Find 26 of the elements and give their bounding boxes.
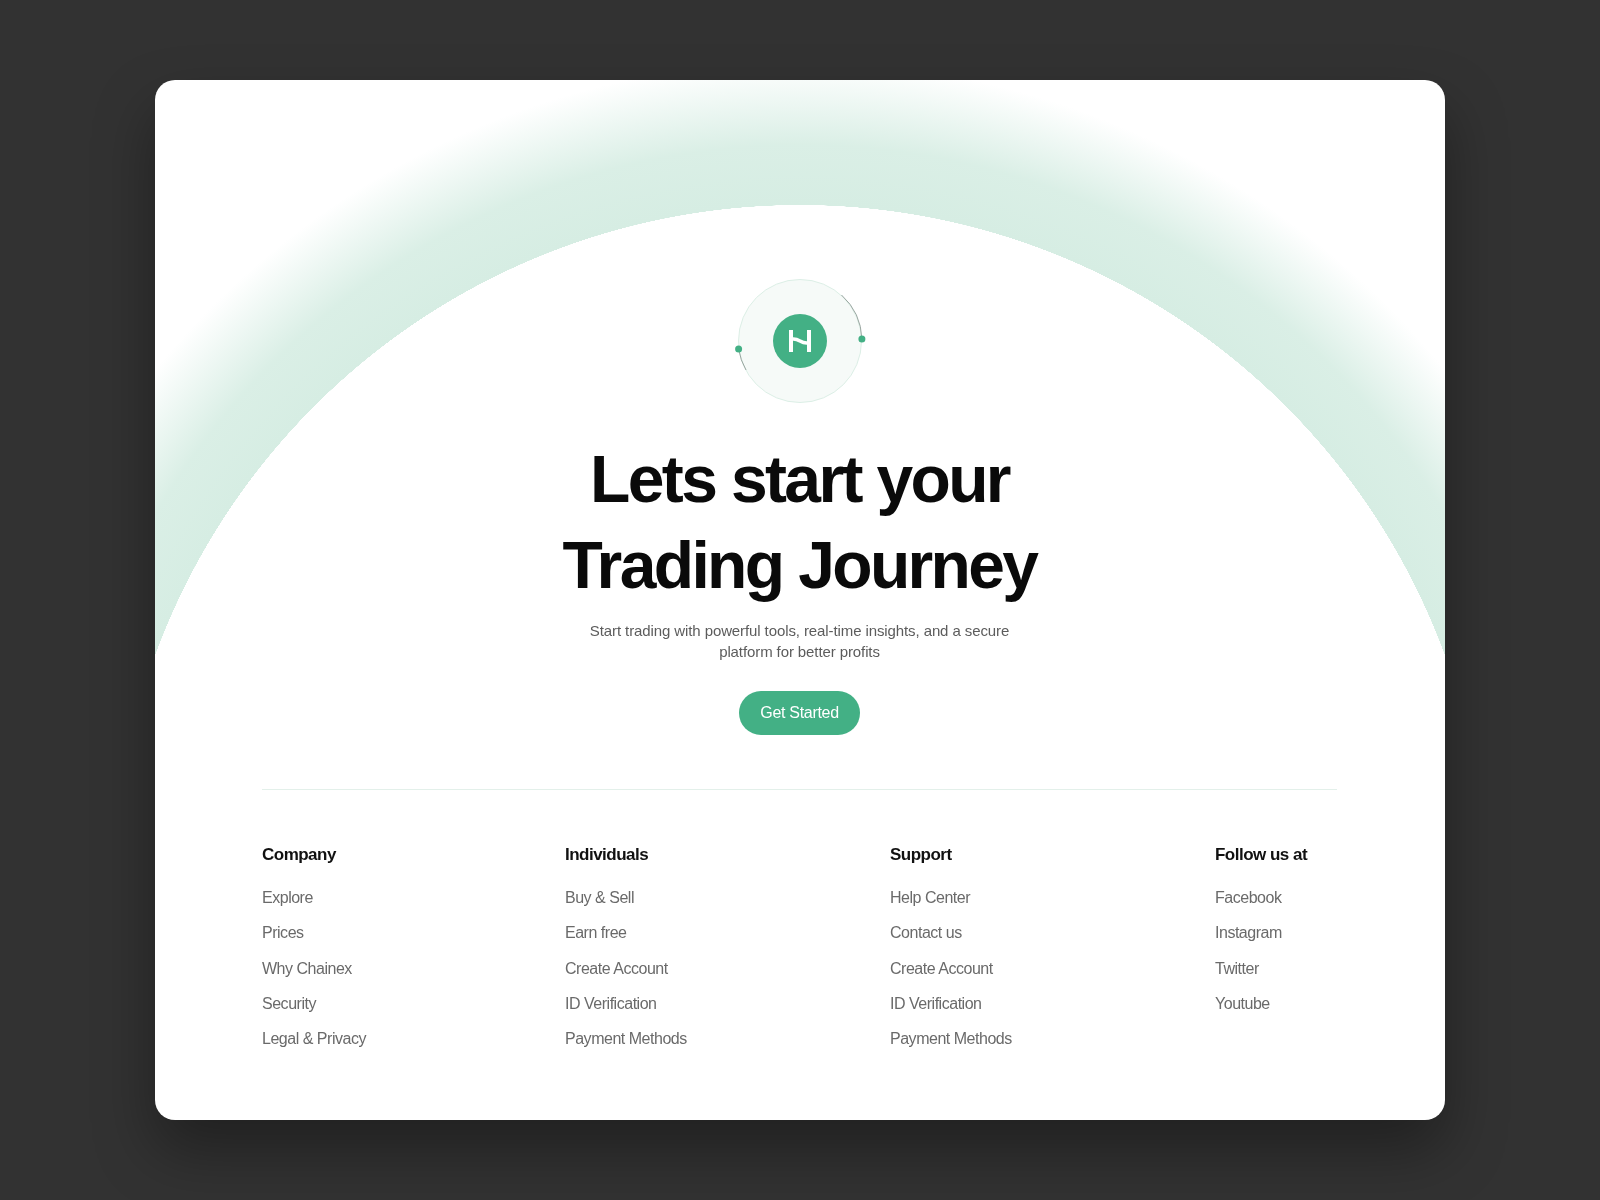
footer-heading: Support bbox=[890, 844, 952, 866]
footer-link[interactable]: Create Account bbox=[890, 958, 993, 979]
footer-heading: Follow us at bbox=[1215, 844, 1308, 866]
footer-link[interactable]: Contact us bbox=[890, 923, 962, 944]
footer-link[interactable]: Earn free bbox=[565, 923, 627, 944]
footer-link[interactable]: Help Center bbox=[890, 888, 971, 908]
footer-link[interactable]: Why Chainex bbox=[262, 958, 352, 979]
footer-link[interactable]: Payment Methods bbox=[565, 1029, 687, 1050]
footer-link[interactable]: ID Verification bbox=[890, 993, 982, 1014]
footer-link[interactable]: Buy & Sell bbox=[565, 888, 634, 908]
footer-link[interactable]: Create Account bbox=[565, 958, 668, 979]
footer-link[interactable]: Explore bbox=[262, 888, 313, 908]
hero-subtitle: Start trading with powerful tools, real-time insights, and a secure platform for better profits bbox=[588, 621, 1011, 662]
footer-heading: Company bbox=[262, 844, 336, 866]
footer-link[interactable]: Security bbox=[262, 993, 316, 1014]
footer-link[interactable]: Prices bbox=[262, 923, 304, 944]
footer-link[interactable]: Youtube bbox=[1215, 993, 1270, 1014]
footer-link[interactable]: Facebook bbox=[1215, 888, 1282, 908]
logo-icon bbox=[733, 277, 866, 405]
footer-link[interactable]: Instagram bbox=[1215, 923, 1282, 944]
footer-heading: Individuals bbox=[565, 844, 649, 866]
footer-link[interactable]: Payment Methods bbox=[890, 1029, 1012, 1050]
footer-link[interactable]: Legal & Privacy bbox=[262, 1029, 366, 1050]
hero-heading: Lets start your Trading Journey bbox=[561, 441, 1039, 604]
footer-link[interactable]: ID Verification bbox=[565, 993, 657, 1014]
footer-link[interactable]: Twitter bbox=[1215, 958, 1259, 979]
